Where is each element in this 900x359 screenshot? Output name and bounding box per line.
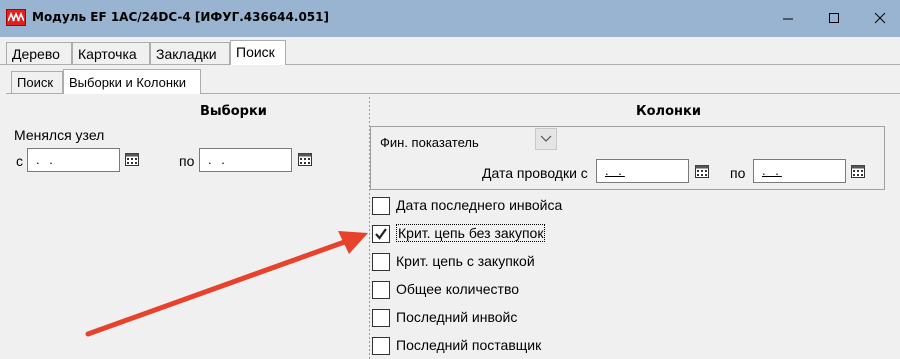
changed-node-label: Менялся узел: [14, 127, 105, 143]
calendar-icon[interactable]: [850, 163, 866, 179]
subtab-selections-columns[interactable]: Выборки и Колонки: [63, 69, 201, 94]
changed-from-date-value: . .: [36, 152, 56, 167]
checkbox-label: Общее количество: [396, 281, 520, 297]
checkbox-box[interactable]: [372, 197, 390, 215]
changed-to-date-value: . .: [208, 152, 228, 167]
subtab-search[interactable]: Поиск: [11, 71, 63, 93]
checkbox-label: Последний поставщик: [396, 337, 542, 353]
calendar-icon[interactable]: [124, 151, 140, 167]
tab-search[interactable]: Поиск: [230, 40, 286, 65]
window-title: Модуль EF 1AC/24DC-4 [ИФУГ.436644.051]: [32, 10, 329, 24]
checkbox-box[interactable]: [372, 225, 390, 243]
checkbox-label: Крит. цепь без закупок: [396, 224, 546, 242]
posting-date-label: Дата проводки с: [482, 165, 588, 181]
checkbox-box[interactable]: [372, 253, 390, 271]
fin-indicator-dropdown[interactable]: [535, 128, 557, 150]
tab-tree[interactable]: Дерево: [6, 42, 72, 64]
minimize-button[interactable]: [765, 0, 811, 37]
chevron-down-icon: [540, 135, 552, 142]
checkbox-label: Крит. цепь с закупкой: [396, 253, 535, 269]
checkbox-label: Дата последнего инвойса: [396, 197, 563, 213]
posting-to-label: по: [730, 165, 746, 181]
close-icon: [874, 12, 886, 24]
selections-header: Выборки: [200, 104, 267, 119]
tab-card[interactable]: Карточка: [72, 42, 150, 64]
checkmark-icon: [375, 228, 387, 240]
calendar-icon[interactable]: [694, 163, 710, 179]
title-bar[interactable]: Модуль EF 1AC/24DC-4 [ИФУГ.436644.051]: [0, 0, 900, 37]
maximize-icon: [829, 13, 839, 23]
calendar-icon[interactable]: [297, 151, 313, 167]
minimize-icon: [783, 18, 793, 20]
app-logo-icon: [6, 9, 26, 26]
to-label: по: [179, 153, 195, 169]
checkbox-box[interactable]: [372, 337, 390, 355]
posting-from-date-value: . .: [605, 163, 625, 178]
from-label: с: [16, 153, 23, 169]
columns-header: Колонки: [636, 104, 701, 119]
tabs-divider: [0, 64, 900, 65]
posting-from-date-input[interactable]: . .: [596, 159, 689, 183]
close-button[interactable]: [857, 0, 900, 37]
checkbox-box[interactable]: [372, 281, 390, 299]
posting-to-date-value: . .: [762, 163, 782, 178]
tab-bookmarks[interactable]: Закладки: [150, 42, 230, 64]
fin-indicator-label: Фин. показатель: [380, 135, 479, 150]
checkbox-label: Последний инвойс: [396, 309, 518, 325]
checkbox-box[interactable]: [372, 309, 390, 327]
changed-from-date-input[interactable]: . .: [27, 148, 120, 172]
posting-to-date-input[interactable]: . .: [753, 159, 846, 183]
maximize-button[interactable]: [811, 0, 857, 37]
changed-to-date-input[interactable]: . .: [199, 148, 292, 172]
